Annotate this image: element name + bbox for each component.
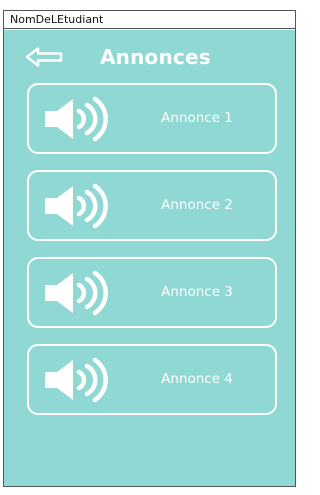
announcement-card-4[interactable]: Annonce 4: [27, 344, 277, 415]
announcement-card-2[interactable]: Annonce 2: [27, 170, 277, 241]
announcement-label: Annonce 2: [161, 197, 233, 213]
announcement-label: Annonce 3: [161, 284, 233, 300]
window-title: NomDeLEtudiant: [4, 11, 295, 29]
speaker-icon: [45, 96, 108, 142]
back-button[interactable]: [24, 46, 64, 68]
announcement-label: Annonce 1: [161, 110, 233, 126]
speaker-icon: [45, 183, 108, 229]
page-title: Annonces: [100, 45, 211, 69]
announcement-card-1[interactable]: Annonce 1: [27, 83, 277, 154]
speaker-icon: [45, 357, 108, 403]
arrow-left-icon: [25, 47, 63, 67]
announcement-card-3[interactable]: Annonce 3: [27, 257, 277, 328]
speaker-icon: [45, 270, 108, 316]
main-screen: Annonces Annonce 1 Annonce 2 Annonce 3 A…: [4, 30, 295, 486]
announcement-list: Annonce 1 Annonce 2 Annonce 3 Annonce 4: [27, 83, 277, 431]
header: Annonces: [4, 30, 295, 80]
announcement-label: Annonce 4: [161, 371, 233, 387]
app-window: NomDeLEtudiant Annonces Annonce 1 Annonc…: [3, 10, 296, 487]
